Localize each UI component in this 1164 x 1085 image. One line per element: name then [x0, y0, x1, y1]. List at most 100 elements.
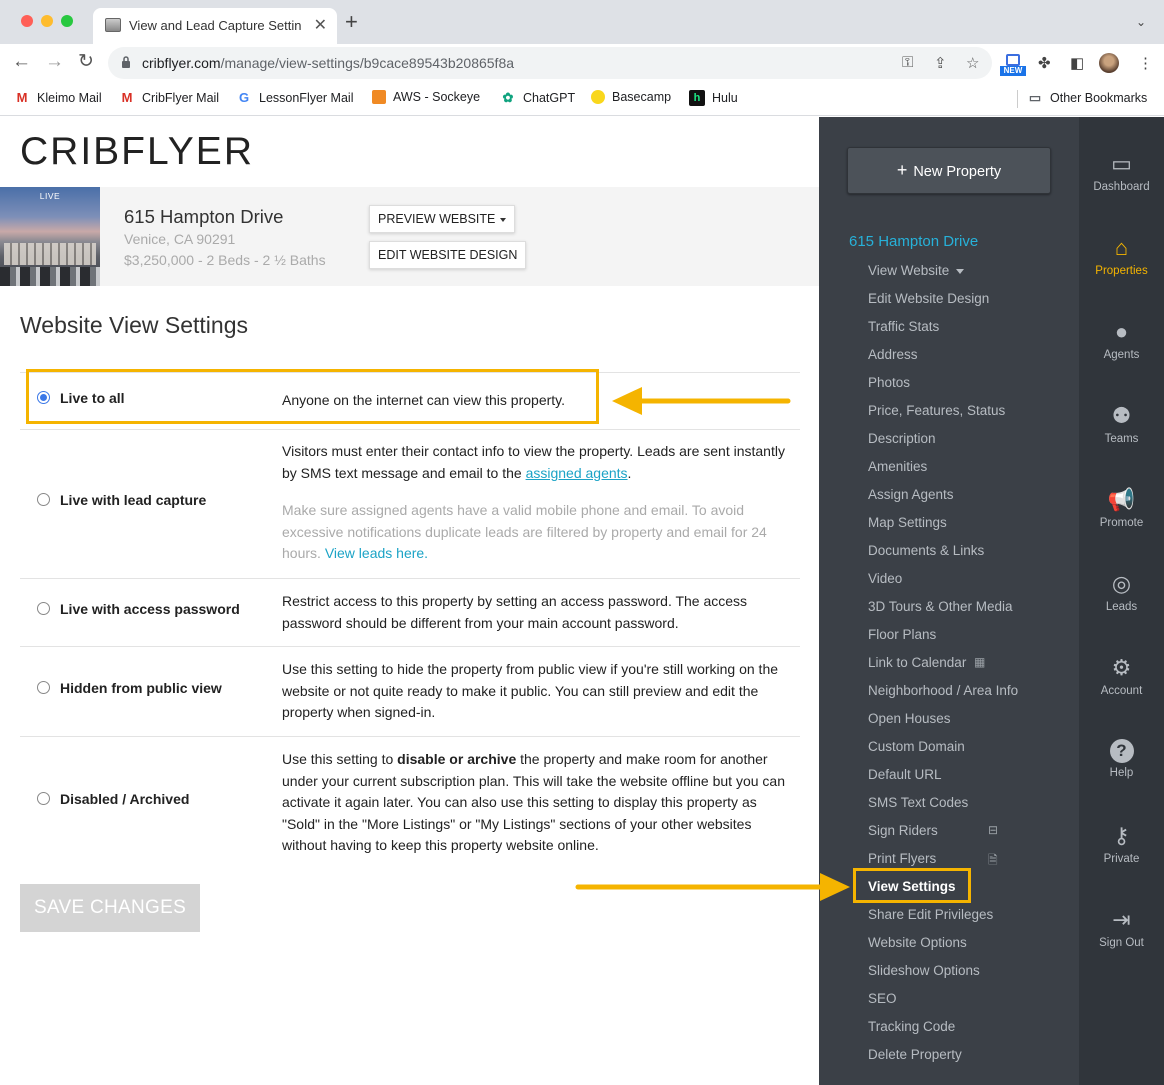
sidebar-item-sign-riders[interactable]: Sign Riders ⊟	[868, 823, 998, 838]
nav-private[interactable]: ⚷ Private	[1079, 823, 1164, 865]
browser-menu-icon[interactable]: ⋮	[1138, 54, 1153, 72]
user-icon: ●	[1114, 319, 1129, 344]
bookmark-cribflyer-mail[interactable]: M CribFlyer Mail	[119, 90, 220, 106]
new-tab-button[interactable]: +	[345, 11, 358, 33]
sidebar-item-label: 3D Tours & Other Media	[868, 599, 1013, 614]
bookmarks-bar: M Kleimo Mail M CribFlyer Mail G LessonFlye…	[0, 82, 1164, 116]
bookmark-basecamp[interactable]: Basecamp	[591, 90, 671, 104]
zoom-window-button[interactable]	[61, 15, 73, 27]
nav-promote[interactable]: 📢 Promote	[1079, 487, 1164, 529]
nav-properties[interactable]: ⌂ Properties	[1079, 235, 1164, 277]
share-icon[interactable]: ⇪	[934, 54, 947, 72]
sidebar-item-custom-domain[interactable]: Custom Domain	[868, 739, 965, 754]
nav-leads[interactable]: ◎ Leads	[1079, 571, 1164, 613]
sidebar-item-sms-text-codes[interactable]: SMS Text Codes	[868, 795, 968, 810]
nav-label: Leads	[1105, 601, 1138, 613]
caret-down-icon	[500, 217, 507, 222]
sidebar-item-edit-website-design[interactable]: Edit Website Design	[868, 291, 989, 306]
nav-account[interactable]: ⚙ Account	[1079, 655, 1164, 697]
sidebar-item-photos[interactable]: Photos	[868, 375, 910, 390]
sidebar-item-floor-plans[interactable]: Floor Plans	[868, 627, 936, 642]
sidebar-item-view-website[interactable]: View Website	[868, 263, 965, 278]
sidebar-item-seo[interactable]: SEO	[868, 991, 897, 1006]
nav-agents[interactable]: ● Agents	[1079, 319, 1164, 361]
sidebar-property-name[interactable]: 615 Hampton Drive	[849, 233, 978, 250]
option-live-with-lead-capture[interactable]: Live with lead capture Visitors must ent…	[20, 429, 800, 578]
close-window-button[interactable]	[21, 15, 33, 27]
radio-disabled-archived[interactable]	[37, 792, 50, 805]
bookmark-star-icon[interactable]: ☆	[966, 54, 979, 72]
edit-website-design-button[interactable]: EDIT WEBSITE DESIGN	[369, 241, 527, 269]
profile-avatar[interactable]	[1099, 53, 1119, 73]
new-extension-icon[interactable]: NEW	[1000, 54, 1026, 76]
sidebar-item-amenities[interactable]: Amenities	[868, 459, 927, 474]
save-changes-button[interactable]: SAVE CHANGES	[20, 884, 200, 932]
sidebar-item-label: Edit Website Design	[868, 291, 990, 306]
sidebar-item-share-edit-privileges[interactable]: Share Edit Privileges	[868, 907, 993, 922]
aws-icon	[372, 90, 386, 104]
address-bar[interactable]: cribflyer.com/manage/view-settings/b9cac…	[108, 47, 992, 79]
sidebar-item-neighborhood-area-info[interactable]: Neighborhood / Area Info	[868, 683, 1018, 698]
view-leads-link[interactable]: View leads here.	[325, 545, 428, 561]
nav-help[interactable]: ? Help	[1079, 739, 1164, 779]
sidebar-item-documents-links[interactable]: Documents & Links	[868, 543, 984, 558]
property-header: LIVE 615 Hampton Drive Venice, CA 90291 …	[0, 187, 819, 286]
nav-teams[interactable]: ⚉ Teams	[1079, 403, 1164, 445]
option-hidden-from-public-view[interactable]: Hidden from public view Use this setting…	[20, 646, 800, 736]
bookmark-hulu[interactable]: h Hulu	[689, 90, 738, 106]
sidebar-item-description[interactable]: Description	[868, 431, 936, 446]
bookmark-kleimo-mail[interactable]: M Kleimo Mail	[14, 90, 102, 106]
nav-sign-out[interactable]: ⇥ Sign Out	[1079, 907, 1164, 949]
back-button[interactable]: ←	[12, 52, 31, 72]
other-bookmarks[interactable]: ▭ Other Bookmarks	[1027, 90, 1147, 106]
minimize-window-button[interactable]	[41, 15, 53, 27]
sidebar-item-map-settings[interactable]: Map Settings	[868, 515, 947, 530]
dashboard-icon: ▭	[1111, 151, 1132, 176]
reload-button[interactable]: ↻	[78, 52, 94, 72]
sidebar-item-open-houses[interactable]: Open Houses	[868, 711, 951, 726]
key-icon[interactable]: ⚿	[902, 54, 913, 71]
sidebar-item-3d-tours-other-media[interactable]: 3D Tours & Other Media	[868, 599, 1013, 614]
sidebar-item-video[interactable]: Video	[868, 571, 902, 586]
sidebar-item-label: Description	[868, 431, 936, 446]
radio-hidden-from-public-view[interactable]	[37, 681, 50, 694]
sidebar-item-tracking-code[interactable]: Tracking Code	[868, 1019, 955, 1034]
sidebar-item-assign-agents[interactable]: Assign Agents	[868, 487, 954, 502]
option-disabled-archived[interactable]: Disabled / Archived Use this setting to …	[20, 736, 800, 858]
sidebar-item-print-flyers[interactable]: Print Flyers 🗎	[868, 851, 998, 867]
radio-live-with-lead-capture[interactable]	[37, 493, 50, 506]
browser-tab-active[interactable]: View and Lead Capture Settings ✕	[93, 8, 337, 44]
sidebar-item-slideshow-options[interactable]: Slideshow Options	[868, 963, 980, 978]
sidebar-item-label: SEO	[868, 991, 897, 1006]
nav-dashboard[interactable]: ▭ Dashboard	[1079, 151, 1164, 193]
new-property-button[interactable]: + New Property	[847, 147, 1051, 194]
sidebar-item-address[interactable]: Address	[868, 347, 918, 362]
sidebar-item-label: Price, Features, Status	[868, 403, 1006, 418]
radio-live-with-access-password[interactable]	[37, 602, 50, 615]
key-icon: ⚷	[1113, 823, 1130, 848]
bookmark-chatgpt[interactable]: ✿ ChatGPT	[500, 90, 576, 106]
side-panel-icon[interactable]: ◧	[1070, 54, 1084, 72]
sidebar-item-traffic-stats[interactable]: Traffic Stats	[868, 319, 939, 334]
sidebar-item-website-options[interactable]: Website Options	[868, 935, 967, 950]
hulu-icon: h	[689, 90, 705, 106]
extensions-icon[interactable]: ✤	[1038, 54, 1051, 72]
option-live-with-access-password[interactable]: Live with access password Restrict acces…	[20, 578, 800, 646]
sidebar-item-price-features-status[interactable]: Price, Features, Status	[868, 403, 1005, 418]
app-logo[interactable]: CRIBFLYER	[20, 130, 254, 174]
preview-website-button[interactable]: PREVIEW WEBSITE	[369, 205, 516, 233]
bookmark-aws-sockeye[interactable]: AWS - Sockeye	[372, 90, 480, 104]
sidebar-item-label: Traffic Stats	[868, 319, 940, 334]
gear-icon: ⚙	[1111, 655, 1132, 680]
bookmark-lessonflyer-mail[interactable]: G LessonFlyer Mail	[236, 90, 354, 106]
sidebar-item-link-to-calendar[interactable]: Link to Calendar ▦	[868, 655, 985, 670]
assigned-agents-link[interactable]: assigned agents	[526, 465, 628, 481]
forward-button[interactable]: →	[45, 52, 64, 72]
preview-website-label: PREVIEW WEBSITE	[378, 212, 496, 226]
tab-close-icon[interactable]: ✕	[314, 15, 327, 35]
sidebar-item-delete-property[interactable]: Delete Property	[868, 1047, 962, 1062]
browser-tab-strip: View and Lead Capture Settings ✕ + ⌄	[0, 0, 1164, 44]
highlight-view-settings	[853, 868, 971, 903]
sidebar-item-default-url[interactable]: Default URL	[868, 767, 942, 782]
tab-search-chevron-icon[interactable]: ⌄	[1136, 15, 1146, 29]
